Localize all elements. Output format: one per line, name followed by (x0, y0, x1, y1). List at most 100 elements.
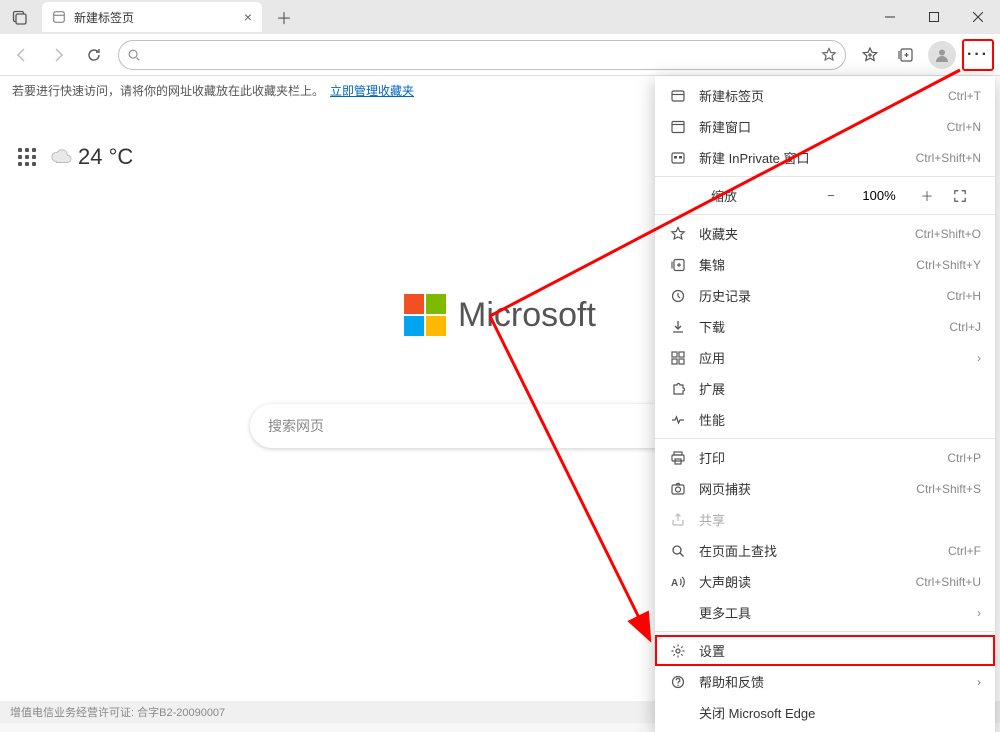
forward-button[interactable] (42, 39, 74, 71)
chevron-right-icon: › (977, 606, 981, 620)
menu-item-label: 扩展 (699, 379, 981, 398)
menu-item-label: 历史记录 (699, 286, 935, 305)
title-bar: 新建标签页 × ＋ (0, 0, 1000, 34)
profile-button[interactable] (926, 39, 958, 71)
menu-item-label: 关闭 Microsoft Edge (699, 703, 981, 722)
chevron-right-icon: › (977, 351, 981, 365)
menu-item-print[interactable]: 打印Ctrl+P (655, 442, 995, 473)
menu-item-inprivate[interactable]: 新建 InPrivate 窗口Ctrl+Shift+N (655, 142, 995, 173)
menu-separator (655, 438, 995, 439)
close-tab-button[interactable]: × (244, 9, 252, 25)
menu-item-label: 新建 InPrivate 窗口 (699, 148, 904, 167)
menu-item-favorites[interactable]: 收藏夹 Ctrl+Shift+O (655, 218, 995, 249)
window-icon (669, 119, 687, 135)
license-text: 增值电信业务经营许可证: 合字B2-20090007 (10, 704, 225, 720)
address-bar[interactable] (118, 40, 846, 70)
menu-separator (655, 214, 995, 215)
menu-item-apps[interactable]: 应用 › (655, 342, 995, 373)
menu-item-collections[interactable]: 集锦 Ctrl+Shift+Y (655, 249, 995, 280)
menu-item-label: 在页面上查找 (699, 541, 936, 560)
cloud-icon (50, 146, 72, 168)
heartbeat-icon (669, 412, 687, 428)
download-icon (669, 319, 687, 335)
menu-item-label: 打印 (699, 448, 935, 467)
menu-item-find[interactable]: 在页面上查找 Ctrl+F (655, 535, 995, 566)
microsoft-logo-icon (404, 294, 446, 336)
chevron-right-icon: › (977, 675, 981, 689)
tab-icon (669, 88, 687, 104)
menu-item-history[interactable]: 历史记录 Ctrl+H (655, 280, 995, 311)
menu-shortcut: Ctrl+J (949, 320, 981, 334)
star-icon (669, 226, 687, 242)
browser-tab[interactable]: 新建标签页 × (42, 2, 262, 32)
menu-shortcut: Ctrl+Shift+O (915, 227, 981, 241)
temperature-value: 24 (78, 144, 102, 169)
apps-launcher-icon[interactable] (18, 148, 36, 166)
search-icon (127, 48, 141, 62)
back-button[interactable] (6, 39, 38, 71)
collections-button[interactable] (890, 39, 922, 71)
apps-icon (669, 350, 687, 366)
menu-shortcut: Ctrl+Shift+Y (916, 258, 981, 272)
collections-icon (669, 257, 687, 273)
menu-item-label: 大声朗读 (699, 572, 904, 591)
favorites-hint: 若要进行快速访问，请将你的网址收藏放在此收藏夹栏上。 (12, 82, 324, 99)
menu-shortcut: Ctrl+Shift+U (916, 575, 981, 589)
menu-item-capture[interactable]: 网页捕获Ctrl+Shift+S (655, 473, 995, 504)
weather-widget[interactable]: 24 °C (50, 144, 133, 170)
toolbar: ··· (0, 34, 1000, 76)
menu-item-label: 共享 (699, 510, 981, 529)
page-icon (52, 10, 66, 24)
new-tab-button[interactable]: ＋ (270, 3, 298, 31)
menu-shortcut: Ctrl+T (948, 89, 981, 103)
readaloud-icon: A (669, 574, 687, 590)
microsoft-logo: Microsoft (404, 294, 596, 336)
refresh-button[interactable] (78, 39, 110, 71)
tab-actions-button[interactable] (6, 3, 34, 31)
menu-item-share: 共享 (655, 504, 995, 535)
menu-shortcut: Ctrl+H (947, 289, 981, 303)
close-window-button[interactable] (956, 0, 1000, 34)
gear-icon (669, 643, 687, 659)
menu-item-close[interactable]: 关闭 Microsoft Edge (655, 697, 995, 728)
zoom-out-button[interactable]: − (817, 188, 845, 203)
menu-item-label: 新建标签页 (699, 86, 936, 105)
menu-item-label: 集锦 (699, 255, 904, 274)
menu-separator (655, 631, 995, 632)
menu-shortcut: Ctrl+Shift+S (916, 482, 981, 496)
menu-item-label: 应用 (699, 348, 965, 367)
menu-item-label: 更多工具 (699, 603, 965, 622)
menu-item-label: 新建窗口 (699, 117, 935, 136)
printer-icon (669, 450, 687, 466)
menu-item-help[interactable]: 帮助和反馈› (655, 666, 995, 697)
favorite-star-icon[interactable] (821, 47, 837, 63)
help-icon (669, 674, 687, 690)
menu-item-readaloud[interactable]: A 大声朗读 Ctrl+Shift+U (655, 566, 995, 597)
menu-item-settings[interactable]: 设置 (655, 635, 995, 666)
menu-item-label: 设置 (699, 641, 981, 660)
menu-item-performance[interactable]: 性能 (655, 404, 995, 435)
zoom-value: 100% (857, 188, 901, 203)
find-icon (669, 543, 687, 559)
menu-item-moretools[interactable]: 更多工具 › (655, 597, 995, 628)
manage-favorites-link[interactable]: 立即管理收藏夹 (330, 82, 414, 99)
menu-shortcut: Ctrl+F (948, 544, 981, 558)
menu-item-newwin[interactable]: 新建窗口Ctrl+N (655, 111, 995, 142)
inprivate-icon (669, 150, 687, 166)
favorites-button[interactable] (854, 39, 886, 71)
zoom-in-button[interactable]: ＋ (913, 186, 941, 205)
menu-item-extensions[interactable]: 扩展 (655, 373, 995, 404)
menu-item-newtab[interactable]: 新建标签页 Ctrl+T (655, 80, 995, 111)
history-icon (669, 288, 687, 304)
more-menu-button[interactable]: ··· (962, 39, 994, 71)
puzzle-icon (669, 381, 687, 397)
capture-icon (669, 481, 687, 497)
minimize-button[interactable] (868, 0, 912, 34)
menu-item-label: 性能 (699, 410, 981, 429)
menu-item-label: 收藏夹 (699, 224, 903, 243)
tab-title: 新建标签页 (74, 9, 134, 26)
temperature-unit: °C (109, 144, 134, 169)
menu-item-downloads[interactable]: 下载Ctrl+J (655, 311, 995, 342)
maximize-button[interactable] (912, 0, 956, 34)
fullscreen-button[interactable] (953, 189, 981, 203)
